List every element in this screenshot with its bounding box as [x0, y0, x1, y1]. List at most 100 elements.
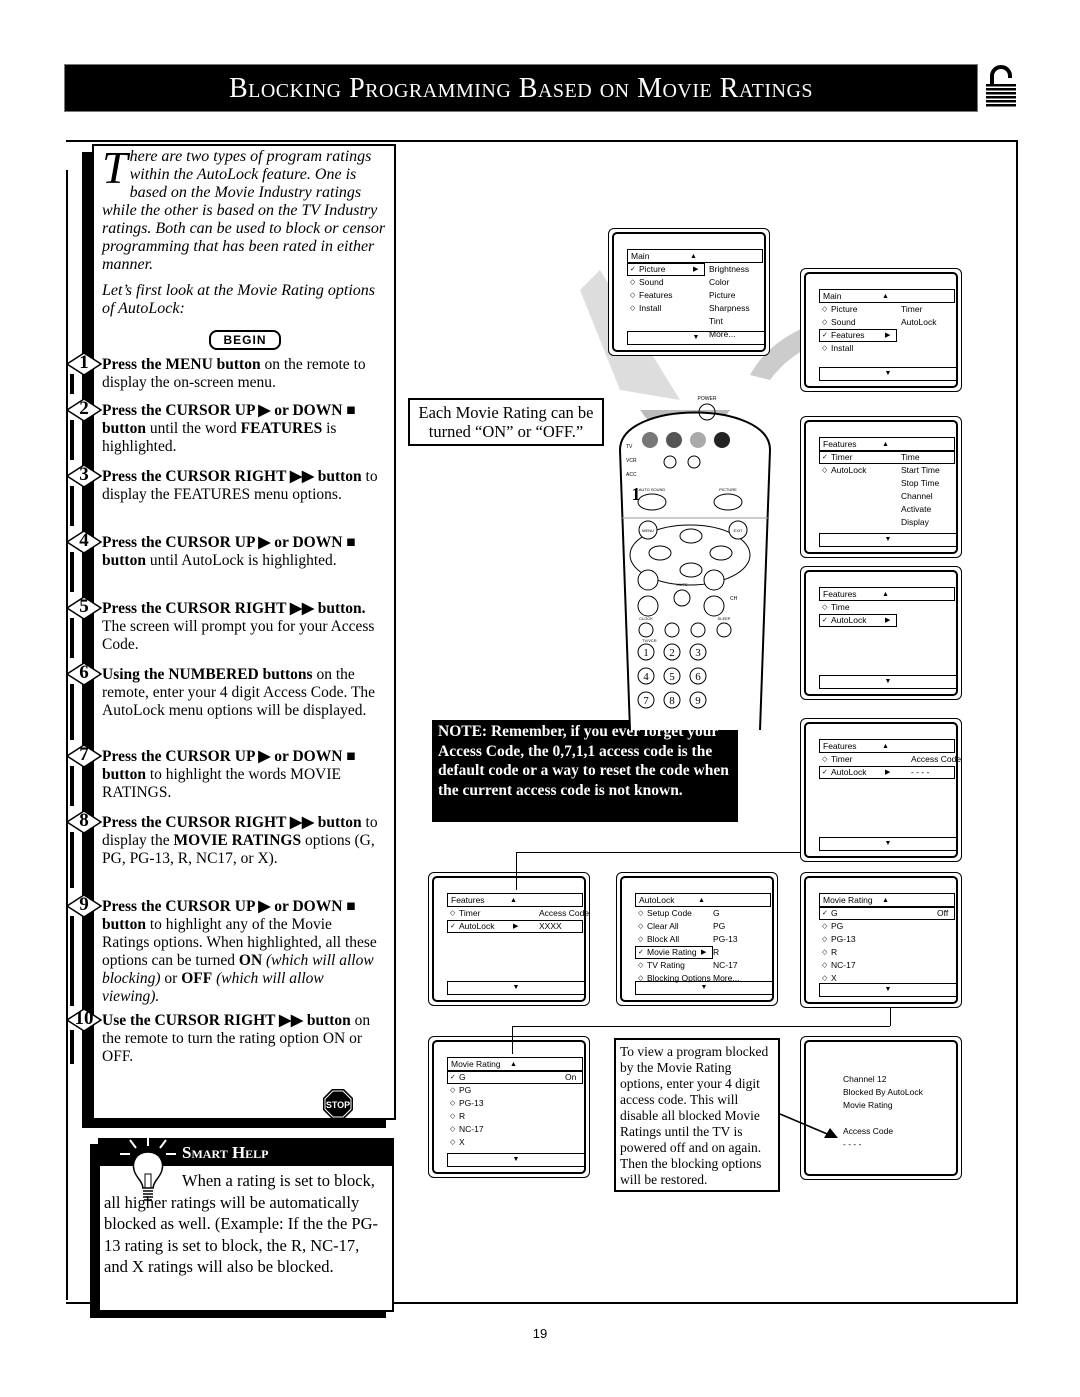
text: 4 [79, 530, 89, 551]
text: OFF [181, 970, 213, 987]
menu-item: ◇ Picture Timer [819, 303, 955, 316]
color-key-green [666, 432, 682, 448]
diamond-bullet-icon: ◇ [450, 1139, 456, 1146]
menu-item: ◇ Sound Color [627, 276, 763, 289]
menu-item: ◇ Time [819, 601, 955, 614]
diamond-bullet-icon: ◇ [822, 936, 828, 943]
tv-screen-access-code-entered: Features ▲ ◇ Timer Access Code ✓ AutoLock ▶ XXXX… [428, 872, 590, 1006]
step-bar [70, 486, 74, 526]
diamond-bullet-icon: ◇ [450, 910, 456, 917]
diamond-bullet-icon: ◇ [638, 923, 644, 930]
step-bar [70, 420, 74, 460]
menu-header: Main ▲ [627, 249, 763, 263]
text: Sound [831, 317, 856, 327]
text: Use the CURSOR RIGHT ▶▶ button [102, 1012, 351, 1029]
text: X [459, 1137, 465, 1147]
text: Using the NUMBERED buttons [102, 666, 313, 683]
number-key-label: 6 [695, 671, 701, 683]
step-2: 2 Press the CURSOR UP ▶ or DOWN ■ button … [66, 398, 382, 460]
cursor-right-button [709, 545, 733, 561]
menu-down-arrow-icon: ▼ [819, 675, 957, 689]
padlock-open-icon [986, 65, 1016, 107]
step-bar [70, 684, 74, 740]
text: 9 [79, 894, 89, 915]
text: AutoLock [831, 465, 867, 475]
text: here are two types of program ratings wi… [102, 148, 386, 273]
text: Movie Rating [823, 895, 873, 905]
smart-help-title: Smart Help [182, 1143, 269, 1162]
tv-screen-features-timer: Features ▲ ✓ Timer Time ◇ AutoLock Start Time St… [800, 416, 962, 558]
text: PG [459, 1085, 472, 1095]
auto-sound-label: AUTO SOUND [639, 487, 666, 492]
step-number-badge: 8 [66, 810, 102, 834]
stop-sign-icon: STOP [323, 1089, 353, 1119]
menu-item: Channel [819, 490, 955, 503]
blocked-message-line: Blocked By AutoLock [843, 1087, 923, 1097]
text: PG-13 [831, 934, 856, 944]
text: FEATURES [240, 420, 323, 437]
on-screen-menu: AutoLock ▲ ◇ Setup Code G ◇ Clear All PG ◇ Block … [635, 893, 771, 985]
text: Install [831, 343, 854, 353]
on-screen-menu: Movie Rating ▲ ✓ G Off ◇ PG ◇ PG-13 ◇ R ◇ NC-17 ◇ X [819, 893, 955, 985]
menu-item: ◇ X [447, 1136, 583, 1149]
text: Picture [709, 290, 736, 300]
diamond-bullet-icon: ◇ [450, 1113, 456, 1120]
frame-edge [66, 140, 94, 142]
menu-item: Tint [627, 315, 763, 328]
tv-screen-features-autolock: Features ▲ ◇ Time ✓ AutoLock ▶ ▼ [800, 566, 962, 700]
menu-down-arrow-icon: ▼ [447, 1153, 585, 1167]
diamond-bullet-icon: ◇ [822, 604, 828, 611]
menu-header: Features ▲ [819, 739, 955, 753]
text: Access Code [911, 754, 962, 764]
text: Block All [647, 934, 680, 944]
color-key-yellow [690, 432, 706, 448]
text: R [713, 947, 720, 957]
text: 5 [79, 596, 89, 617]
menu-up-arrow-icon: ▲ [690, 253, 697, 260]
menu-item: ✓ Picture ▶ Brightness [627, 263, 763, 276]
check-icon: ✓ [822, 454, 828, 461]
step-text: Use the CURSOR RIGHT ▶▶ button on the re… [102, 1012, 382, 1066]
arrow-icon [780, 1113, 838, 1138]
text: Timer [901, 304, 923, 314]
diamond-bullet-icon: ◇ [822, 923, 828, 930]
step-text: Press the CURSOR UP ▶ or DOWN ■ button u… [102, 402, 382, 456]
on-screen-menu: Features ▲ ✓ Timer Time ◇ AutoLock Start Time St… [819, 437, 955, 529]
submenu-arrow-icon: ▶ [885, 769, 891, 776]
submenu-arrow-icon: ▶ [885, 332, 891, 339]
acc-label: ACC [626, 472, 637, 478]
text: TV Rating [647, 960, 685, 970]
dropcap: T [102, 142, 128, 193]
menu-item: Stop Time [819, 477, 955, 490]
text: 3 [79, 464, 89, 485]
diamond-bullet-icon: ◇ [822, 467, 828, 474]
power-label: POWER [698, 396, 717, 402]
text: NC-17 [713, 960, 738, 970]
step-number-badge: 4 [66, 530, 102, 554]
text: Channel [901, 491, 933, 501]
text: ON [238, 952, 263, 969]
begin-badge: BEGIN [209, 330, 281, 350]
text: PG [831, 921, 844, 931]
text: G [459, 1072, 466, 1082]
tvvcr-label: TV/VCR [642, 638, 657, 643]
text: The screen will prompt you for your Acce… [102, 618, 375, 653]
menu-item: ◇ PG-13 [819, 933, 955, 946]
text: Timer [831, 452, 853, 462]
menu-up-arrow-icon: ▲ [882, 743, 889, 750]
text: Picture [831, 304, 858, 314]
text: On [565, 1072, 577, 1082]
tv-screen-main-picture: Main ▲ ✓ Picture ▶ Brightness ◇ Sound Color ◇ Feat… [608, 228, 770, 356]
menu-item: ◇ R [447, 1110, 583, 1123]
text: AutoLock [831, 767, 867, 777]
volume-up-button [637, 569, 659, 591]
menu-item: ◇ R [819, 946, 955, 959]
text: or [160, 970, 182, 987]
text: Start Time [901, 465, 940, 475]
step-number-badge: 9 [66, 894, 102, 918]
text: Off [937, 908, 949, 918]
color-key-blue [714, 432, 730, 448]
diamond-bullet-icon: ◇ [450, 1100, 456, 1107]
step-4: 4 Press the CURSOR UP ▶ or DOWN ■ button … [66, 530, 382, 592]
text: - - - - [911, 767, 930, 777]
